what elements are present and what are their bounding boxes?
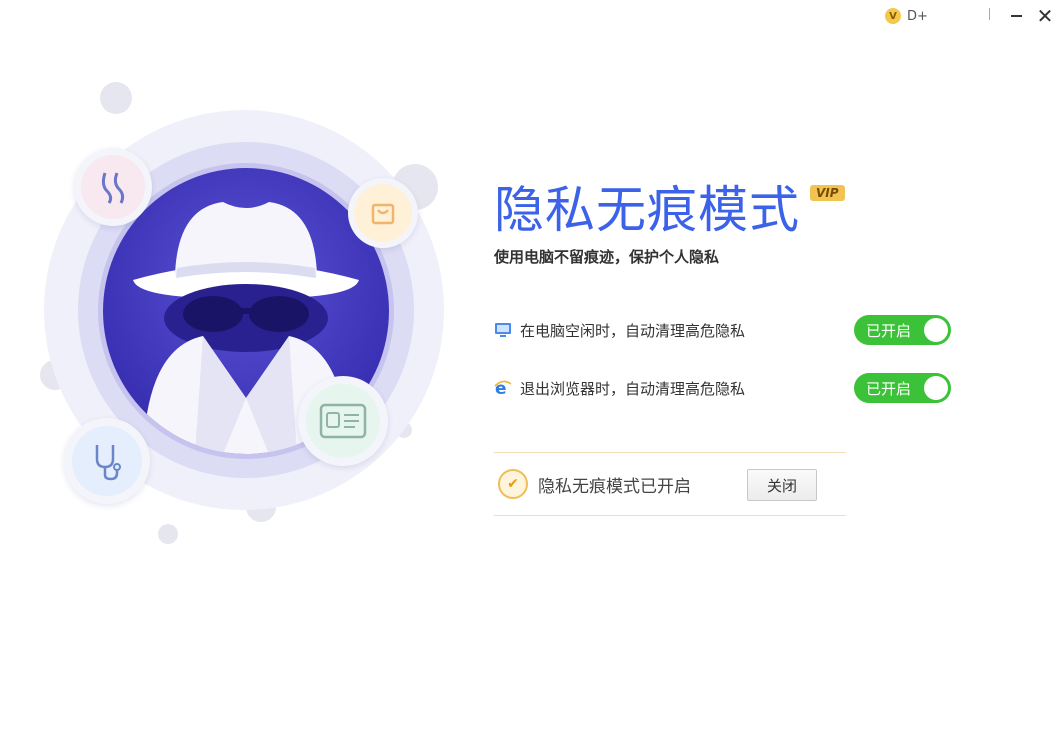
title-wrap: 隐私无痕模式 VIP <box>494 180 954 240</box>
browser-clean-toggle[interactable]: 已开启 <box>854 373 951 403</box>
ie-browser-icon: e <box>494 379 512 397</box>
page-subtitle: 使用电脑不留痕迹，保护个人隐私 <box>494 248 720 266</box>
divider <box>989 8 990 20</box>
close-window-button[interactable]: ✕ <box>1036 4 1054 28</box>
check-icon: ✔ <box>498 469 528 499</box>
page-title: 隐私无痕模式 <box>494 181 800 239</box>
privacy-panel: 隐私无痕模式 VIP 使用电脑不留痕迹，保护个人隐私 在电脑空闲时，自动清理高危… <box>494 180 954 516</box>
toggle-knob <box>924 376 948 400</box>
setting-label: 在电脑空闲时，自动清理高危隐私 <box>520 321 746 340</box>
stethoscope-icon <box>72 426 142 496</box>
idle-clean-toggle[interactable]: 已开启 <box>854 315 951 345</box>
body-badge <box>74 148 152 226</box>
title-bar: V D+ ✕ <box>0 0 1062 34</box>
id-card-icon <box>306 384 380 458</box>
shopping-badge <box>348 178 418 248</box>
close-mode-button[interactable]: 关闭 <box>747 469 817 501</box>
user-account[interactable]: V D+ <box>885 8 928 24</box>
decor-dot <box>100 82 132 114</box>
user-label: D+ <box>907 8 928 24</box>
setting-row-idle: 在电脑空闲时，自动清理高危隐私 已开启 <box>494 315 954 345</box>
shopping-bag-icon <box>354 184 412 242</box>
setting-label: 退出浏览器时，自动清理高危隐私 <box>520 379 746 398</box>
id-card-badge <box>298 376 388 466</box>
setting-row-browser: e 退出浏览器时，自动清理高危隐私 已开启 <box>494 373 954 403</box>
decor-dot <box>158 524 178 544</box>
status-box: ✔ 隐私无痕模式已开启 关闭 <box>494 452 846 516</box>
body-icon <box>81 155 145 219</box>
minimize-icon <box>1010 15 1022 17</box>
close-icon: ✕ <box>1036 4 1054 28</box>
vip-badge: VIP <box>810 185 845 201</box>
toggle-label: 已开启 <box>866 321 912 340</box>
toggle-label: 已开启 <box>866 379 912 398</box>
status-text: 隐私无痕模式已开启 <box>538 476 691 497</box>
privacy-illustration <box>0 60 470 560</box>
minimize-button[interactable] <box>1007 6 1025 26</box>
monitor-icon <box>494 321 512 339</box>
medical-badge <box>64 418 150 504</box>
toggle-knob <box>924 318 948 342</box>
vip-coin-icon: V <box>885 8 901 24</box>
